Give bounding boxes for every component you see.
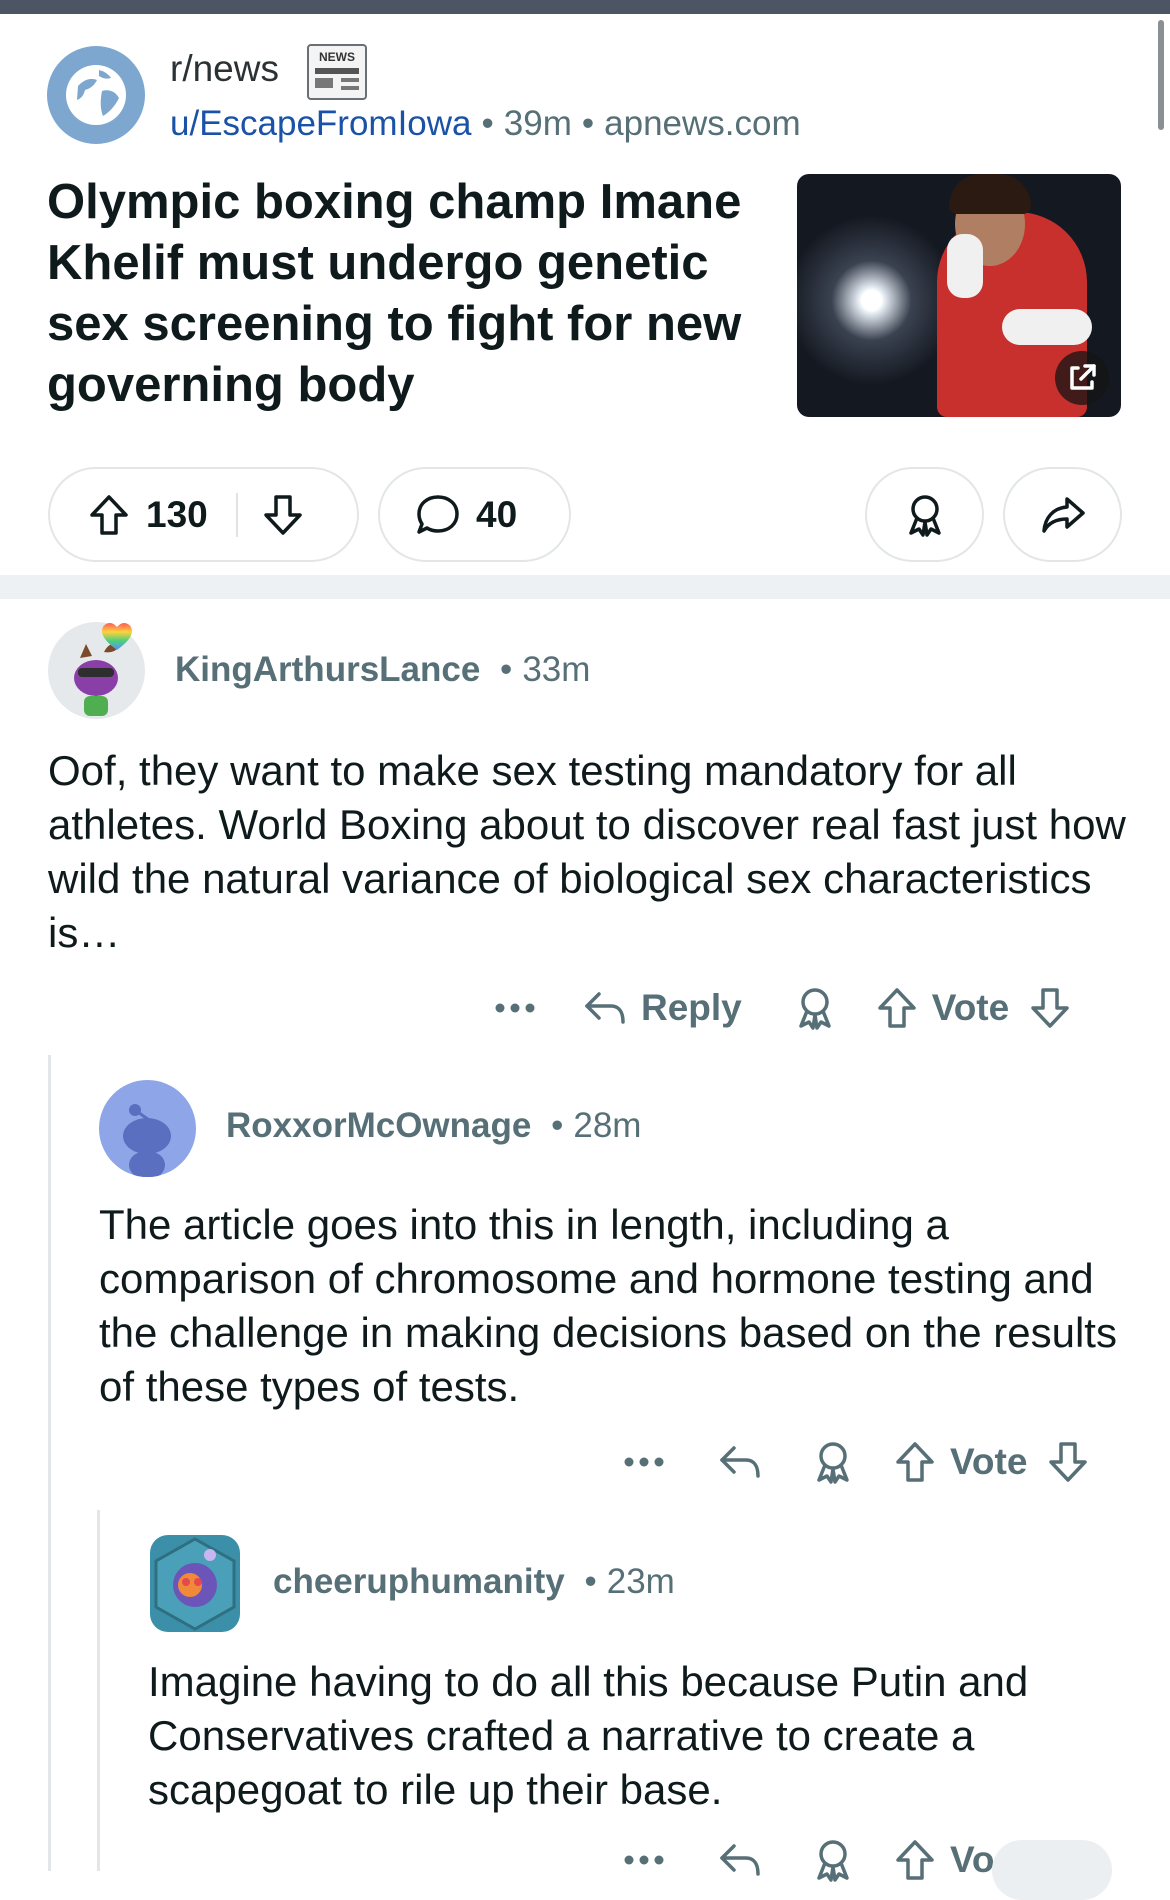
award-ribbon-icon[interactable] (792, 985, 838, 1031)
comment-body: Imagine having to do all this because Pu… (148, 1658, 1029, 1813)
reply-arrow-icon[interactable] (716, 1836, 764, 1884)
rainbow-heart-icon (100, 622, 134, 657)
comment-actions: Vo (622, 1830, 995, 1890)
comment-username[interactable]: KingArthursLance (175, 650, 480, 689)
arrow-down-icon[interactable] (1045, 1439, 1091, 1485)
share-button[interactable] (1003, 467, 1122, 562)
comment-count: 40 (476, 493, 518, 535)
scrollbar[interactable] (1158, 20, 1164, 130)
floating-button[interactable] (992, 1840, 1112, 1900)
globe-icon (66, 65, 126, 125)
thread-line[interactable] (48, 1055, 51, 1871)
post-thumbnail[interactable] (797, 174, 1121, 417)
post-meta: u/EscapeFromIowa • 39m • apnews.com (170, 104, 801, 143)
avatar[interactable] (99, 1080, 196, 1177)
arrow-up-icon[interactable] (86, 492, 132, 538)
comment-actions: Vote (622, 1432, 1091, 1492)
reply-arrow-icon[interactable] (716, 1438, 764, 1486)
subreddit-icon[interactable] (47, 46, 145, 144)
award-ribbon-icon[interactable] (810, 1837, 856, 1883)
external-link-icon[interactable] (1055, 351, 1109, 405)
post-age: 39m (503, 104, 572, 143)
award-ribbon-icon[interactable] (810, 1439, 856, 1485)
more-options-icon[interactable] (622, 1452, 666, 1472)
arrow-up-icon[interactable] (874, 985, 920, 1031)
post-domain[interactable]: apnews.com (604, 104, 800, 143)
section-divider (0, 575, 1170, 599)
reply-arrow-icon[interactable] (581, 984, 629, 1032)
arrow-down-icon[interactable] (260, 492, 306, 538)
arrow-up-icon[interactable] (892, 1837, 938, 1883)
comment-author[interactable]: RoxxorMcOwnage • 28m (226, 1106, 641, 1146)
comment-author[interactable]: cheeruphumanity • 23m (273, 1562, 675, 1602)
comments-button[interactable]: 40 (378, 467, 571, 562)
upvote-count: 130 (146, 493, 208, 535)
status-bar-strip (0, 0, 1170, 14)
award-ribbon-icon (902, 492, 948, 538)
vote-label: Vo (950, 1839, 995, 1880)
comment-time: 33m (522, 650, 591, 689)
subreddit-name[interactable]: r/news (170, 48, 279, 90)
arrow-up-icon[interactable] (892, 1439, 938, 1485)
post-title[interactable]: Olympic boxing champ Imane Khelif must u… (47, 172, 767, 416)
vote-label: Vote (931, 987, 1010, 1028)
comment-actions: Reply Vote (493, 978, 1073, 1038)
reply-button[interactable]: Reply (641, 987, 742, 1029)
comment-username[interactable]: RoxxorMcOwnage (226, 1106, 531, 1145)
speech-bubble-icon (414, 491, 462, 539)
more-options-icon[interactable] (493, 998, 537, 1018)
comment-time: 23m (606, 1562, 675, 1601)
share-arrow-icon (1039, 491, 1087, 539)
thread-line[interactable] (97, 1510, 100, 1871)
comment-author[interactable]: KingArthursLance • 33m (175, 650, 590, 690)
award-button[interactable] (865, 467, 984, 562)
vote-label: Vote (950, 1441, 1028, 1482)
more-options-icon[interactable] (622, 1850, 666, 1870)
newspaper-flair-icon: NEWS (307, 44, 367, 100)
comment-body: Oof, they want to make sex testing manda… (48, 747, 1126, 956)
vote-bar: 130 (48, 467, 359, 562)
comment-body: The article goes into this in length, in… (99, 1201, 1117, 1410)
arrow-down-icon[interactable] (1027, 985, 1073, 1031)
comment-time: 28m (573, 1106, 642, 1145)
post-author[interactable]: u/EscapeFromIowa (170, 104, 472, 143)
avatar[interactable] (150, 1535, 240, 1632)
comment-username[interactable]: cheeruphumanity (273, 1562, 565, 1601)
badge-text: NEWS (319, 50, 355, 64)
